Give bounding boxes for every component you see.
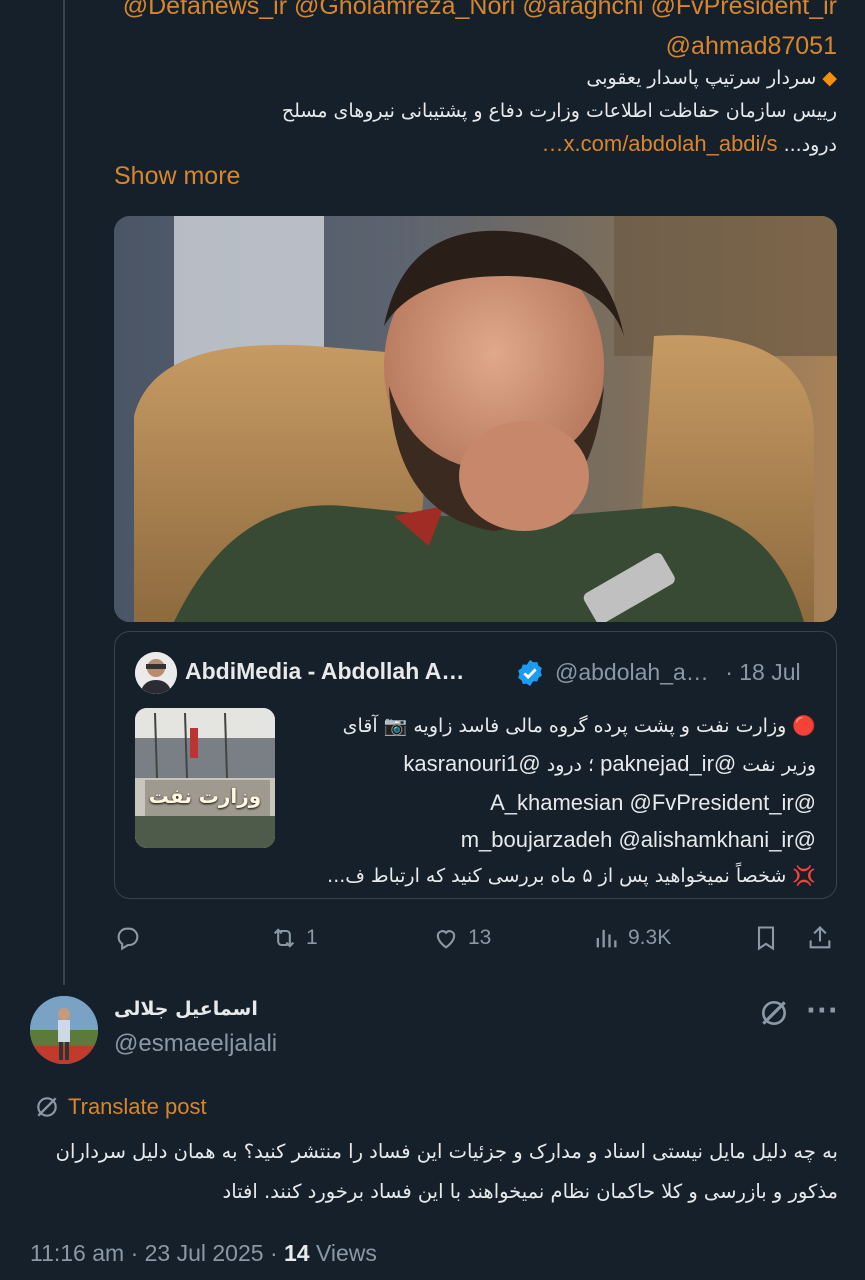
post-action-bar: 1 13 9.3K	[114, 918, 837, 962]
reply-author-name[interactable]: اسماعیل جلالی	[114, 998, 258, 1020]
quoted-line-4: @m_boujarzadeh @alishamkhani_ir	[460, 827, 816, 852]
quoted-author-name[interactable]: AbdiMedia - Abdollah A…	[185, 658, 464, 685]
quoted-post-card[interactable]: AbdiMedia - Abdollah A… @abdolah_a… · 18…	[114, 631, 837, 899]
post-timestamp[interactable]: 11:16 am · 23 Jul 2025 ·	[30, 1240, 284, 1266]
repost-button[interactable]: 1	[270, 924, 318, 952]
post-photo[interactable]	[114, 216, 837, 622]
repost-icon	[273, 928, 295, 948]
mention-links[interactable]: @Defanews_ir @Gholamreza_Nori @araghchi …	[97, 0, 837, 66]
reply-icon	[117, 927, 139, 951]
reply-author-avatar[interactable]	[30, 996, 98, 1064]
mentions-line-1[interactable]: @Defanews_ir @Gholamreza_Nori @araghchi …	[97, 0, 837, 26]
views-label: Views	[309, 1240, 377, 1266]
mentions-line-2[interactable]: @ahmad87051	[97, 26, 837, 66]
quoted-post-text: 🔴 وزارت نفت و پشت پرده گروه مالی فاسد زا…	[296, 708, 816, 895]
views-button[interactable]: 9.3K	[592, 924, 671, 952]
reply-post-text: به چه دلیل مایل نیستی اسناد و مدارک و جز…	[55, 1140, 838, 1203]
officer-photo-image	[114, 216, 837, 622]
show-more-link[interactable]: Show more	[114, 162, 240, 191]
quoted-line-1: 🔴 وزارت نفت و پشت پرده گروه مالی فاسد زا…	[342, 715, 816, 737]
repost-count: 1	[306, 926, 318, 949]
post-line-3: درود... x.com/abdolah_abdi/s…	[541, 131, 837, 156]
bookmark-button[interactable]	[752, 924, 780, 952]
ministry-sign-text: وزارت نفت	[148, 784, 262, 808]
share-icon	[809, 926, 831, 949]
views-count: 14	[284, 1240, 310, 1266]
quoted-line-5: 💢 شخصاً نمیخواهید پس از ۵ ماه بررسی کنید…	[327, 865, 816, 887]
thread-connector-line	[63, 0, 65, 985]
translate-post-link[interactable]: Translate post	[34, 1094, 207, 1120]
post-line-1: ◆ سردار سرتیپ پاسدار یعقوبی	[586, 67, 837, 89]
post-line-2: رییس سازمان حفاظت اطلاعات وزارت دفاع و پ…	[281, 100, 837, 122]
post-timestamp-views: 11:16 am · 23 Jul 2025 · 14 Views	[30, 1240, 377, 1267]
like-count: 13	[468, 926, 492, 949]
quoted-line-3: @A_khamesian @FvPresident_ir	[490, 790, 816, 815]
share-button[interactable]	[806, 924, 834, 952]
quoted-post-thumbnail[interactable]: وزارت نفت	[135, 708, 275, 848]
diamond-emoji-icon: ◆	[822, 67, 837, 89]
more-options-icon[interactable]: ···	[806, 996, 839, 1026]
translate-icon	[37, 1097, 57, 1117]
post-link[interactable]: x.com/abdolah_abdi/s…	[542, 131, 778, 156]
quoted-line-2: وزیر نفت @paknejad_ir ؛ درود @kasranouri…	[403, 751, 816, 776]
like-button[interactable]: 13	[432, 924, 491, 952]
quoted-author-meta: @abdolah_a… · 18 Jul	[555, 659, 801, 685]
quoted-author-avatar[interactable]	[135, 652, 177, 694]
heart-icon	[436, 930, 456, 949]
reply-author-handle[interactable]: @esmaeeljalali	[114, 1030, 277, 1058]
grok-icon[interactable]	[758, 997, 790, 1029]
analytics-icon	[596, 929, 617, 948]
view-count: 9.3K	[628, 926, 672, 949]
reply-button[interactable]	[114, 924, 142, 952]
bookmark-icon	[757, 926, 775, 951]
verified-badge-icon	[518, 659, 542, 687]
